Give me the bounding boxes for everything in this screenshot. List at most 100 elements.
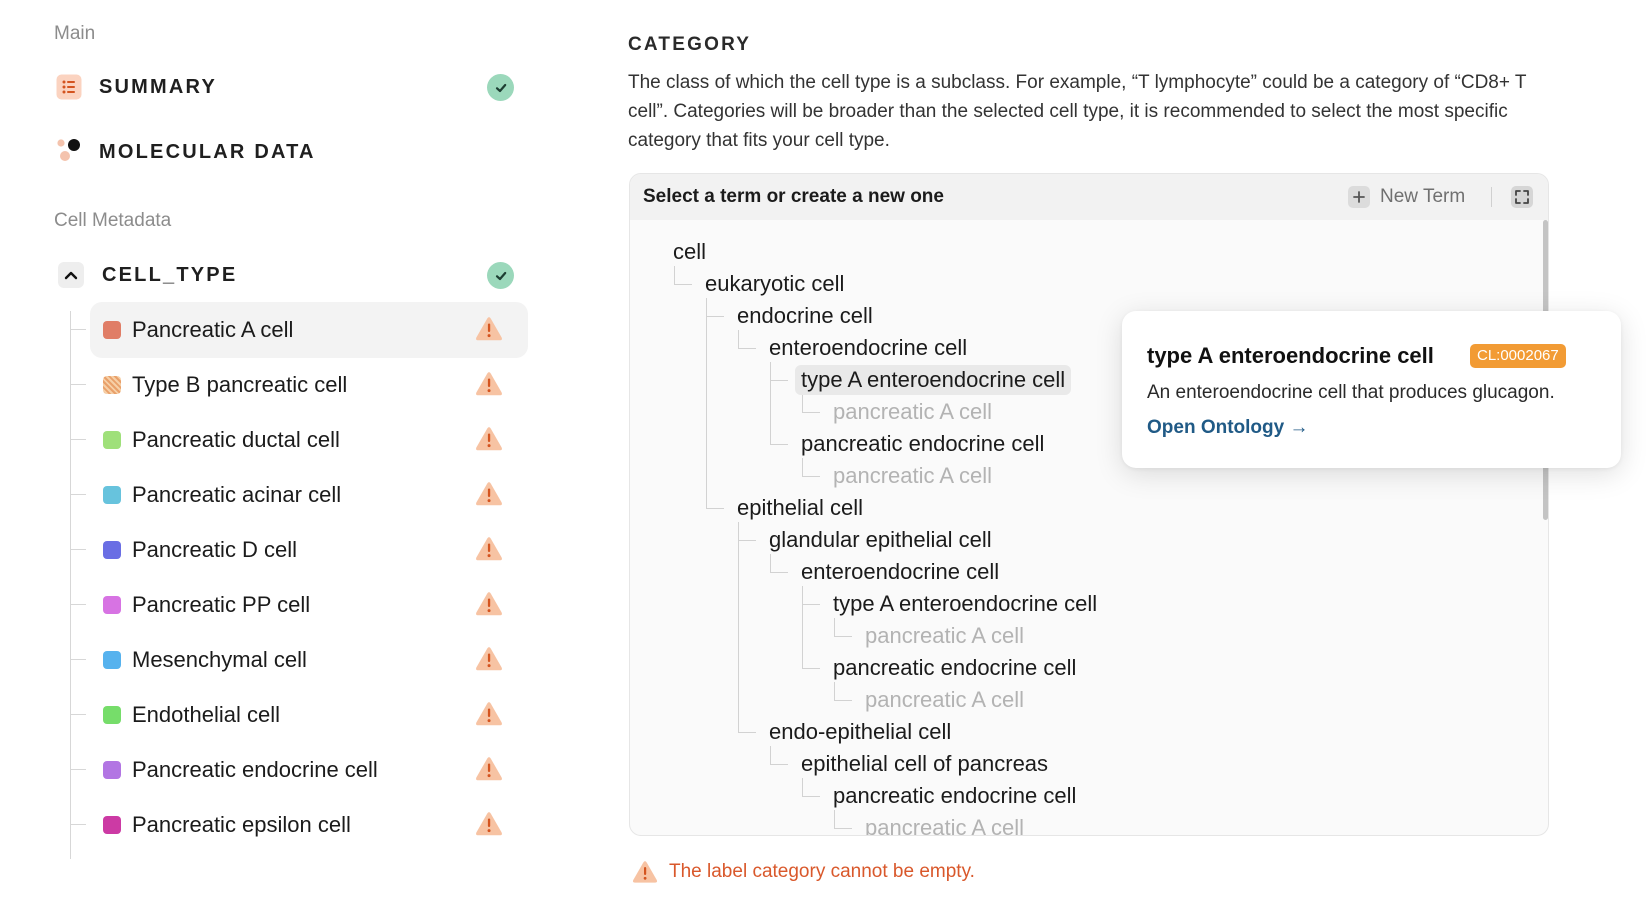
tree-connector — [706, 316, 724, 317]
tree-connector — [738, 732, 756, 733]
tree-connector — [834, 810, 835, 828]
section-label-main: Main — [54, 23, 96, 44]
tree-node[interactable]: pancreatic A cell — [865, 685, 1024, 715]
cell-type-item[interactable]: Mesenchymal cell — [70, 632, 528, 688]
tree-connector — [70, 769, 86, 770]
complete-check-icon — [487, 262, 514, 289]
tree-connector — [706, 298, 707, 508]
open-ontology-link[interactable]: Open Ontology → — [1147, 417, 1309, 439]
new-term-button[interactable]: New Term — [1348, 183, 1465, 211]
cell-type-label: Pancreatic D cell — [132, 537, 298, 562]
nav-item-molecular-data[interactable]: MOLECULAR DATA — [54, 130, 514, 174]
warning-icon — [475, 536, 503, 562]
expand-icon[interactable] — [1510, 185, 1534, 209]
complete-check-icon — [487, 74, 514, 101]
tree-connector — [70, 659, 86, 660]
cell-type-label: Pancreatic epsilon cell — [132, 812, 351, 837]
tree-connector — [70, 494, 86, 495]
color-swatch — [103, 816, 121, 834]
picker-title: Select a term or create a new one — [643, 186, 944, 207]
nav-item-cell-type[interactable]: CELL_TYPE — [54, 253, 514, 297]
tree-node[interactable]: pancreatic endocrine cell — [801, 429, 1044, 459]
tree-connector — [706, 508, 724, 509]
cell-type-item[interactable]: Pancreatic A cell — [70, 302, 528, 358]
tree-connector — [770, 554, 771, 572]
chevron-up-icon[interactable] — [58, 262, 84, 288]
tree-node[interactable]: pancreatic A cell — [833, 397, 992, 427]
tree-connector — [770, 444, 788, 445]
color-swatch — [103, 541, 121, 559]
term-detail-popover: type A enteroendocrine cell CL:0002067 A… — [1122, 311, 1621, 468]
tree-connector — [70, 384, 86, 385]
cell-type-label: Endothelial cell — [132, 702, 280, 727]
tree-node-selected[interactable]: type A enteroendocrine cell — [795, 365, 1072, 395]
cell-type-item[interactable]: Pancreatic epsilon cell — [70, 797, 528, 853]
tree-connector — [70, 604, 86, 605]
color-swatch — [103, 761, 121, 779]
tree-connector — [802, 604, 820, 605]
warning-icon — [475, 646, 503, 672]
tree-node[interactable]: enteroendocrine cell — [769, 333, 967, 363]
color-swatch — [103, 376, 121, 394]
tree-connector — [770, 746, 771, 764]
tree-node[interactable]: pancreatic A cell — [865, 621, 1024, 651]
cell-type-label: Pancreatic acinar cell — [132, 482, 342, 507]
tree-node[interactable]: epithelial cell — [737, 493, 863, 523]
tree-node[interactable]: type A enteroendocrine cell — [833, 589, 1097, 619]
nav-label-molecular-data: MOLECULAR DATA — [99, 140, 316, 163]
picker-header: Select a term or create a new one New Te… — [630, 174, 1548, 220]
tree-connector — [802, 586, 803, 668]
ontology-id-badge: CL:0002067 — [1470, 344, 1566, 368]
tree-connector — [674, 266, 675, 284]
tree-connector — [70, 439, 86, 440]
cell-type-item[interactable]: Pancreatic endocrine cell — [70, 742, 528, 798]
cell-type-item[interactable]: Pancreatic D cell — [70, 522, 528, 578]
tree-connector — [70, 714, 86, 715]
cell-type-label: Pancreatic PP cell — [132, 592, 311, 617]
cell-type-item[interactable]: Type B pancreatic cell — [70, 357, 528, 413]
color-swatch — [103, 651, 121, 669]
tree-connector — [802, 412, 820, 413]
tree-node[interactable]: epithelial cell of pancreas — [801, 749, 1048, 779]
tree-connector — [738, 522, 739, 732]
tree-node[interactable]: cell — [673, 237, 706, 267]
tree-connector — [738, 540, 756, 541]
tree-connector — [738, 348, 756, 349]
tree-connector — [770, 362, 771, 444]
popover-description: An enteroendocrine cell that produces gl… — [1147, 382, 1555, 403]
tree-connector — [70, 329, 86, 330]
tree-node[interactable]: glandular epithelial cell — [769, 525, 992, 555]
tree-connector — [770, 380, 788, 381]
tree-node[interactable]: eukaryotic cell — [705, 269, 844, 299]
header-divider — [1491, 187, 1492, 207]
nav-label-summary: SUMMARY — [99, 75, 217, 98]
popover-title: type A enteroendocrine cell — [1147, 343, 1434, 368]
tree-node[interactable]: pancreatic A cell — [833, 461, 992, 491]
tree-node[interactable]: pancreatic endocrine cell — [833, 781, 1076, 811]
tree-node[interactable]: enteroendocrine cell — [801, 557, 999, 587]
warning-icon — [475, 371, 503, 397]
tree-connector — [802, 668, 820, 669]
cell-type-item[interactable]: Pancreatic ductal cell — [70, 412, 528, 468]
tree-node[interactable]: endo-epithelial cell — [769, 717, 951, 747]
tree-connector — [70, 549, 86, 550]
error-message: The label category cannot be empty. — [669, 861, 975, 882]
color-swatch — [103, 486, 121, 504]
tree-node[interactable]: pancreatic endocrine cell — [833, 653, 1076, 683]
color-swatch — [103, 431, 121, 449]
term-picker: Select a term or create a new one New Te… — [629, 173, 1549, 836]
tree-node[interactable]: pancreatic A cell — [865, 813, 1024, 835]
cell-type-label: Pancreatic ductal cell — [132, 427, 340, 452]
nav-item-summary[interactable]: SUMMARY — [54, 65, 514, 109]
cell-type-item[interactable]: Pancreatic PP cell — [70, 577, 528, 633]
plus-icon — [1348, 186, 1370, 208]
tree-connector — [834, 636, 852, 637]
color-swatch — [103, 321, 121, 339]
warning-icon — [475, 481, 503, 507]
cell-type-label: Type B pancreatic cell — [132, 372, 348, 397]
tree-node[interactable]: endocrine cell — [737, 301, 873, 331]
tree-connector — [802, 476, 820, 477]
cell-type-item[interactable]: Endothelial cell — [70, 687, 528, 743]
cell-type-item[interactable]: Pancreatic acinar cell — [70, 467, 528, 523]
tree-connector — [802, 796, 820, 797]
